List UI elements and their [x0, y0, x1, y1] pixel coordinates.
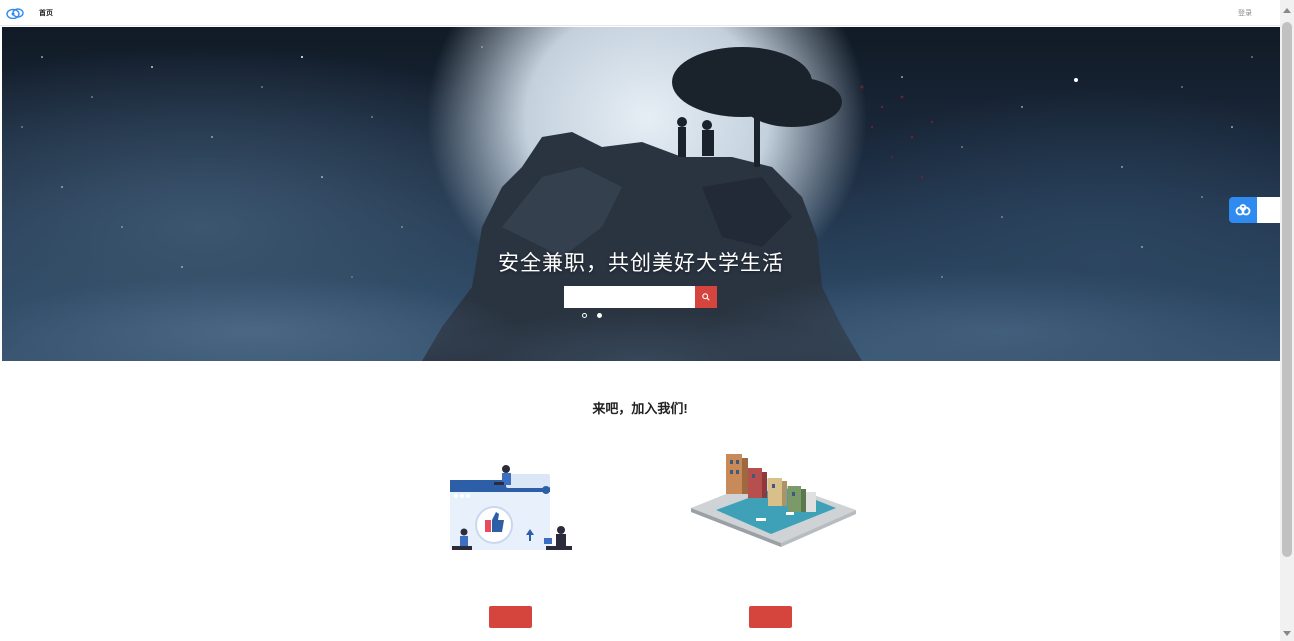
floating-side-badge[interactable]	[1229, 197, 1280, 223]
nav-home[interactable]: 首页	[39, 8, 53, 18]
side-badge-label	[1257, 197, 1280, 223]
search-bar	[564, 286, 717, 308]
search-button[interactable]	[695, 286, 717, 308]
search-input[interactable]	[564, 286, 695, 308]
teamwork-like-illustration	[450, 465, 572, 550]
hero-banner: 安全兼职，共创美好大学生活	[2, 27, 1280, 361]
top-nav: 首页 登录	[0, 0, 1280, 26]
search-icon	[702, 293, 710, 301]
isometric-city-illustration	[691, 454, 856, 547]
radio-selected-icon	[597, 313, 602, 318]
join-us-title: 来吧，加入我们!	[592, 401, 688, 416]
hero-title: 安全兼职，共创美好大学生活	[498, 252, 784, 275]
search-option-2[interactable]	[597, 313, 604, 318]
cloud-logo-icon	[6, 7, 24, 19]
cloud-icon	[1229, 197, 1257, 223]
card-2-button[interactable]	[749, 606, 792, 628]
site-logo[interactable]	[6, 7, 31, 19]
login-link[interactable]: 登录	[1238, 8, 1252, 18]
scroll-up-arrow-icon[interactable]	[1283, 8, 1291, 13]
scrollbar-thumb[interactable]	[1282, 22, 1292, 557]
search-type-options	[582, 313, 604, 318]
search-option-1[interactable]	[582, 313, 589, 318]
page-scrollbar[interactable]	[1280, 0, 1294, 641]
account-links: 登录	[1238, 0, 1266, 26]
scroll-down-arrow-icon[interactable]	[1283, 631, 1291, 636]
card-1-button[interactable]	[489, 606, 532, 628]
radio-icon	[582, 313, 587, 318]
